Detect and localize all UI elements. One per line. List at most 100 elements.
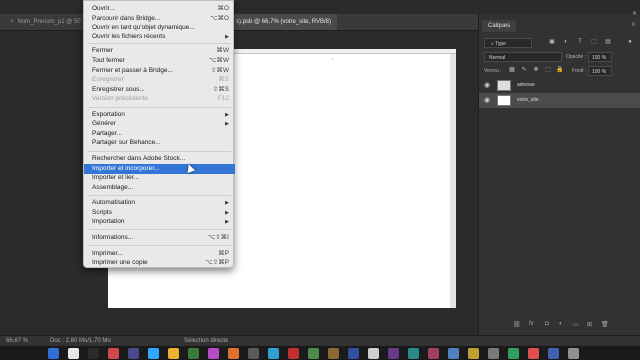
visibility-eye-icon[interactable]: ◉ [484, 93, 490, 108]
link-layers-icon[interactable]: ⛓ [513, 321, 521, 328]
lock-artboard-icon[interactable]: ⬚ [544, 66, 552, 74]
lock-pixels-icon[interactable]: ✎ [520, 66, 528, 74]
menu-item-label: Informations... [92, 234, 134, 241]
menu-item-ouvrir-les-fichiers-récents[interactable]: Ouvrir les fichiers récents ▶ [84, 32, 235, 42]
menu-separator [88, 195, 231, 196]
dock-app-icon[interactable] [148, 348, 159, 359]
dock-app-icon[interactable] [428, 348, 439, 359]
dock-app-icon[interactable] [168, 348, 179, 359]
dock-app-icon[interactable] [408, 348, 419, 359]
close-tab-icon[interactable]: × [10, 19, 14, 25]
menu-separator [88, 43, 231, 44]
dock-app-icon[interactable] [308, 348, 319, 359]
filter-smart-object-icon[interactable]: ▤ [604, 38, 612, 46]
menu-item-label: Ouvrir les fichiers récents [92, 33, 166, 40]
opacity-field[interactable]: 100 % [588, 52, 612, 62]
layer-row[interactable]: ◉ adresse [479, 78, 640, 93]
dock-app-icon[interactable] [568, 348, 579, 359]
submenu-arrow-icon: ▶ [225, 219, 229, 225]
layers-panel-header: Calques ≡ [479, 20, 640, 32]
filter-pixel-icon[interactable]: ▣ [548, 38, 556, 46]
menu-item-rechercher-dans-adobe-stock[interactable]: Rechercher dans Adobe Stock... [84, 154, 235, 164]
lock-all-icon[interactable]: 🔒 [556, 66, 564, 74]
layer-style-icon[interactable]: fx [529, 321, 534, 327]
menu-item-imprimer-une-copie[interactable]: Imprimer une copie ⌥⇧⌘P [84, 258, 235, 268]
dock-app-icon[interactable] [68, 348, 79, 359]
menu-item-générer[interactable]: Générer ▶ [84, 119, 235, 129]
dock-app-icon[interactable] [548, 348, 559, 359]
layer-filter-select[interactable]: ⌕ Type [484, 38, 532, 48]
dock-app-icon[interactable] [348, 348, 359, 359]
fill-field[interactable]: 100 % [588, 66, 612, 76]
visibility-eye-icon[interactable]: ◉ [484, 78, 490, 93]
dock-app-icon[interactable] [108, 348, 119, 359]
menu-item-shortcut: ⌥⌘W [208, 57, 229, 64]
dock-app-icon[interactable] [488, 348, 499, 359]
filter-adjustment-icon[interactable]: ◐ [562, 38, 570, 46]
vertical-scrollbar[interactable] [450, 54, 456, 308]
adjustment-layer-icon[interactable]: ◐ [559, 321, 563, 327]
document-info[interactable]: Doc : 2,80 Mo/1,70 Mo [50, 336, 111, 346]
dock-app-icon[interactable] [528, 348, 539, 359]
document-tab-2[interactable]: s).psb @ 66,7% (votre_site, RVB/8) [230, 14, 338, 30]
file-menu: Ouvrir... ⌘O Parcourir dans Bridge... ⌥⌘O Ou… [83, 0, 235, 268]
menu-item-assemblage[interactable]: Assemblage... [84, 183, 235, 193]
zoom-level[interactable]: 66,67 % [6, 336, 28, 346]
lock-transparency-icon[interactable]: ▦ [508, 66, 516, 74]
menu-item-informations[interactable]: Informations... ⌥⇧⌘I [84, 233, 235, 243]
dock-app-icon[interactable] [328, 348, 339, 359]
add-mask-icon[interactable]: ◘ [545, 321, 549, 327]
filter-text-icon[interactable]: T [576, 38, 584, 46]
dock-app-icon[interactable] [208, 348, 219, 359]
lock-row: Verrou : ▦ ✎ ✥ ⬚ 🔒 Fond : 100 % [482, 66, 638, 76]
dock-app-icon[interactable] [468, 348, 479, 359]
dock-app-icon[interactable] [388, 348, 399, 359]
menu-item-automatisation[interactable]: Automatisation ▶ [84, 198, 235, 208]
menu-item-shortcut: ⌘O [217, 5, 229, 12]
menu-item-fermer[interactable]: Fermer ⌘W [84, 46, 235, 56]
menu-item-shortcut: ⌘S [218, 76, 229, 83]
workspace: ı [0, 31, 478, 335]
submenu-arrow-icon: ▶ [225, 34, 229, 40]
menu-item-label: Tout fermer [92, 57, 125, 64]
layers-panel-footer: ⛓ fx ◘ ◐ ▭ ⊞ 🗑 [479, 319, 640, 331]
menu-item-label: Fermer [92, 47, 113, 54]
lock-position-icon[interactable]: ✥ [532, 66, 540, 74]
menu-item-ouvrir[interactable]: Ouvrir... ⌘O [84, 4, 235, 14]
new-layer-icon[interactable]: ⊞ [587, 321, 592, 328]
tab-layers[interactable]: Calques [482, 20, 517, 32]
delete-layer-icon[interactable]: 🗑 [601, 321, 609, 328]
dock-app-icon[interactable] [88, 348, 99, 359]
dock-app-icon[interactable] [248, 348, 259, 359]
menu-item-importer-et-lier[interactable]: Importer et lier... [84, 173, 235, 183]
menu-item-tout-fermer[interactable]: Tout fermer ⌥⌘W [84, 56, 235, 66]
layer-name: adresse [517, 82, 535, 88]
submenu-arrow-icon: ▶ [225, 200, 229, 206]
new-group-icon[interactable]: ▭ [573, 321, 579, 328]
dock-app-icon[interactable] [368, 348, 379, 359]
menu-item-label: Automatisation [92, 199, 135, 206]
menu-item-label: Importer et lier... [92, 174, 139, 181]
layer-thumbnail [497, 80, 511, 91]
menu-item-importation[interactable]: Importation ▶ [84, 217, 235, 227]
dock-app-icon[interactable] [228, 348, 239, 359]
blend-mode-select[interactable]: Normal [484, 52, 562, 62]
lock-label: Verrou : [484, 68, 502, 74]
dock-app-icon[interactable] [268, 348, 279, 359]
dock-app-icon[interactable] [188, 348, 199, 359]
filter-toggle-icon[interactable]: ● [626, 38, 634, 46]
menu-item-partager-sur-behance[interactable]: Partager sur Behance... [84, 138, 235, 148]
document-tab-1[interactable]: × Nom_Prenom_p1 @ 50 [4, 14, 86, 30]
panel-close-icon[interactable]: ✕ [632, 10, 637, 17]
panel-menu-icon[interactable]: ≡ [631, 22, 635, 28]
menu-item-label: Rechercher dans Adobe Stock... [92, 155, 186, 162]
dock-app-icon[interactable] [508, 348, 519, 359]
dock-app-icon[interactable] [448, 348, 459, 359]
layer-row-selected[interactable]: ◉ votre_site [479, 93, 640, 108]
filter-shape-icon[interactable]: ⬚ [590, 38, 598, 46]
fill-label: Fond : [572, 68, 587, 74]
dock-app-icon[interactable] [128, 348, 139, 359]
menu-separator [88, 245, 231, 246]
dock-app-icon[interactable] [48, 348, 59, 359]
dock-app-icon[interactable] [288, 348, 299, 359]
